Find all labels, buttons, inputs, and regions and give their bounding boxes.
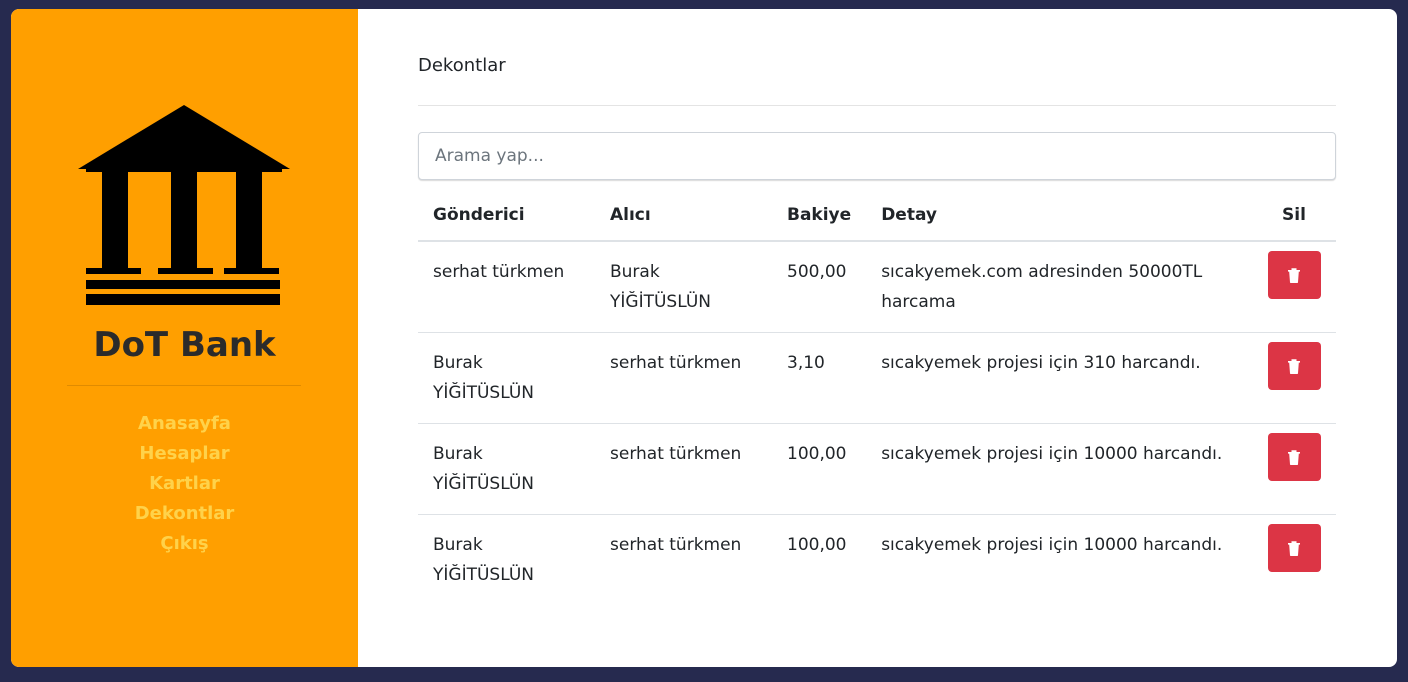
header-delete: Sil <box>1252 189 1336 242</box>
table-row: Burak YİĞİTÜSLÜN serhat türkmen 100,00 s… <box>418 514 1336 605</box>
cell-amount: 100,00 <box>787 534 847 555</box>
nav-link-hesaplar[interactable]: Hesaplar <box>139 439 229 469</box>
header-sender: Gönderici <box>418 189 595 242</box>
cell-delete <box>1252 514 1336 605</box>
trash-icon <box>1288 358 1300 374</box>
app-window: DoT Bank Anasayfa Hesaplar Kartlar Dekon… <box>11 9 1397 667</box>
cell-amount: 3,10 <box>772 332 867 424</box>
cell-delete <box>1252 423 1336 515</box>
table-row: serhat türkmen Burak YİĞİTÜSLÜN 500,00 s… <box>418 241 1336 333</box>
sidebar-nav: Anasayfa Hesaplar Kartlar Dekontlar Çıkı… <box>11 409 358 559</box>
table-header-row: Gönderici Alıcı Bakiye Detay Sil <box>418 189 1336 242</box>
title-divider <box>418 105 1336 106</box>
header-receiver: Alıcı <box>595 189 772 242</box>
cell-amount: 500,00 <box>772 241 867 333</box>
nav-link-kartlar[interactable]: Kartlar <box>149 469 220 499</box>
trash-icon <box>1288 268 1300 283</box>
cell-detail: sıcakyemek projesi için 10000 harcandı. <box>881 534 1223 555</box>
delete-button[interactable] <box>1267 523 1321 572</box>
cell-receiver: Burak YİĞİTÜSLÜN <box>595 241 772 333</box>
receipts-table: Gönderici Alıcı Bakiye Detay Sil serhat … <box>418 189 1336 605</box>
cell-receiver: serhat türkmen <box>595 423 772 515</box>
cell-delete <box>1252 241 1336 333</box>
trash-icon <box>1288 449 1300 465</box>
cell-sender: Burak YİĞİTÜSLÜN <box>418 332 595 424</box>
trash-icon <box>1288 540 1300 556</box>
cell-sender: Burak YİĞİTÜSLÜN <box>418 423 595 515</box>
cell-detail: sıcakyemek projesi için 10000 harcandı. <box>866 423 1252 515</box>
brand-name: DoT Bank <box>93 325 276 365</box>
sidebar: DoT Bank Anasayfa Hesaplar Kartlar Dekon… <box>11 9 358 667</box>
cell-receiver: serhat türkmen <box>595 332 772 424</box>
table-row: Burak YİĞİTÜSLÜN serhat türkmen 3,10 sıc… <box>418 332 1336 424</box>
cell-receiver: serhat türkmen <box>610 534 742 555</box>
cell-detail: sıcakyemek projesi için 310 harcandı. <box>866 332 1252 424</box>
page-title: Dekontlar <box>418 55 506 76</box>
delete-button[interactable] <box>1267 341 1321 390</box>
search-input[interactable] <box>418 132 1336 180</box>
nav-link-cikis[interactable]: Çıkış <box>160 529 208 559</box>
nav-link-anasayfa[interactable]: Anasayfa <box>138 409 231 439</box>
cell-delete <box>1252 332 1336 424</box>
main-content: Dekontlar Gönderici Alıcı Bakiye Detay S… <box>358 9 1397 667</box>
delete-button[interactable] <box>1267 251 1321 299</box>
nav-link-dekontlar[interactable]: Dekontlar <box>135 499 235 529</box>
header-amount: Bakiye <box>772 189 867 242</box>
delete-button[interactable] <box>1267 432 1321 481</box>
bank-icon <box>78 105 290 305</box>
table-row: Burak YİĞİTÜSLÜN serhat türkmen 100,00 s… <box>418 423 1336 515</box>
cell-detail: sıcakyemek.com adresinden 50000TL harcam… <box>866 241 1252 333</box>
cell-sender: Burak YİĞİTÜSLÜN <box>433 534 534 585</box>
cell-amount: 100,00 <box>772 423 867 515</box>
cell-sender: serhat türkmen <box>418 241 595 333</box>
sidebar-divider <box>67 385 301 386</box>
header-detail: Detay <box>866 189 1252 242</box>
